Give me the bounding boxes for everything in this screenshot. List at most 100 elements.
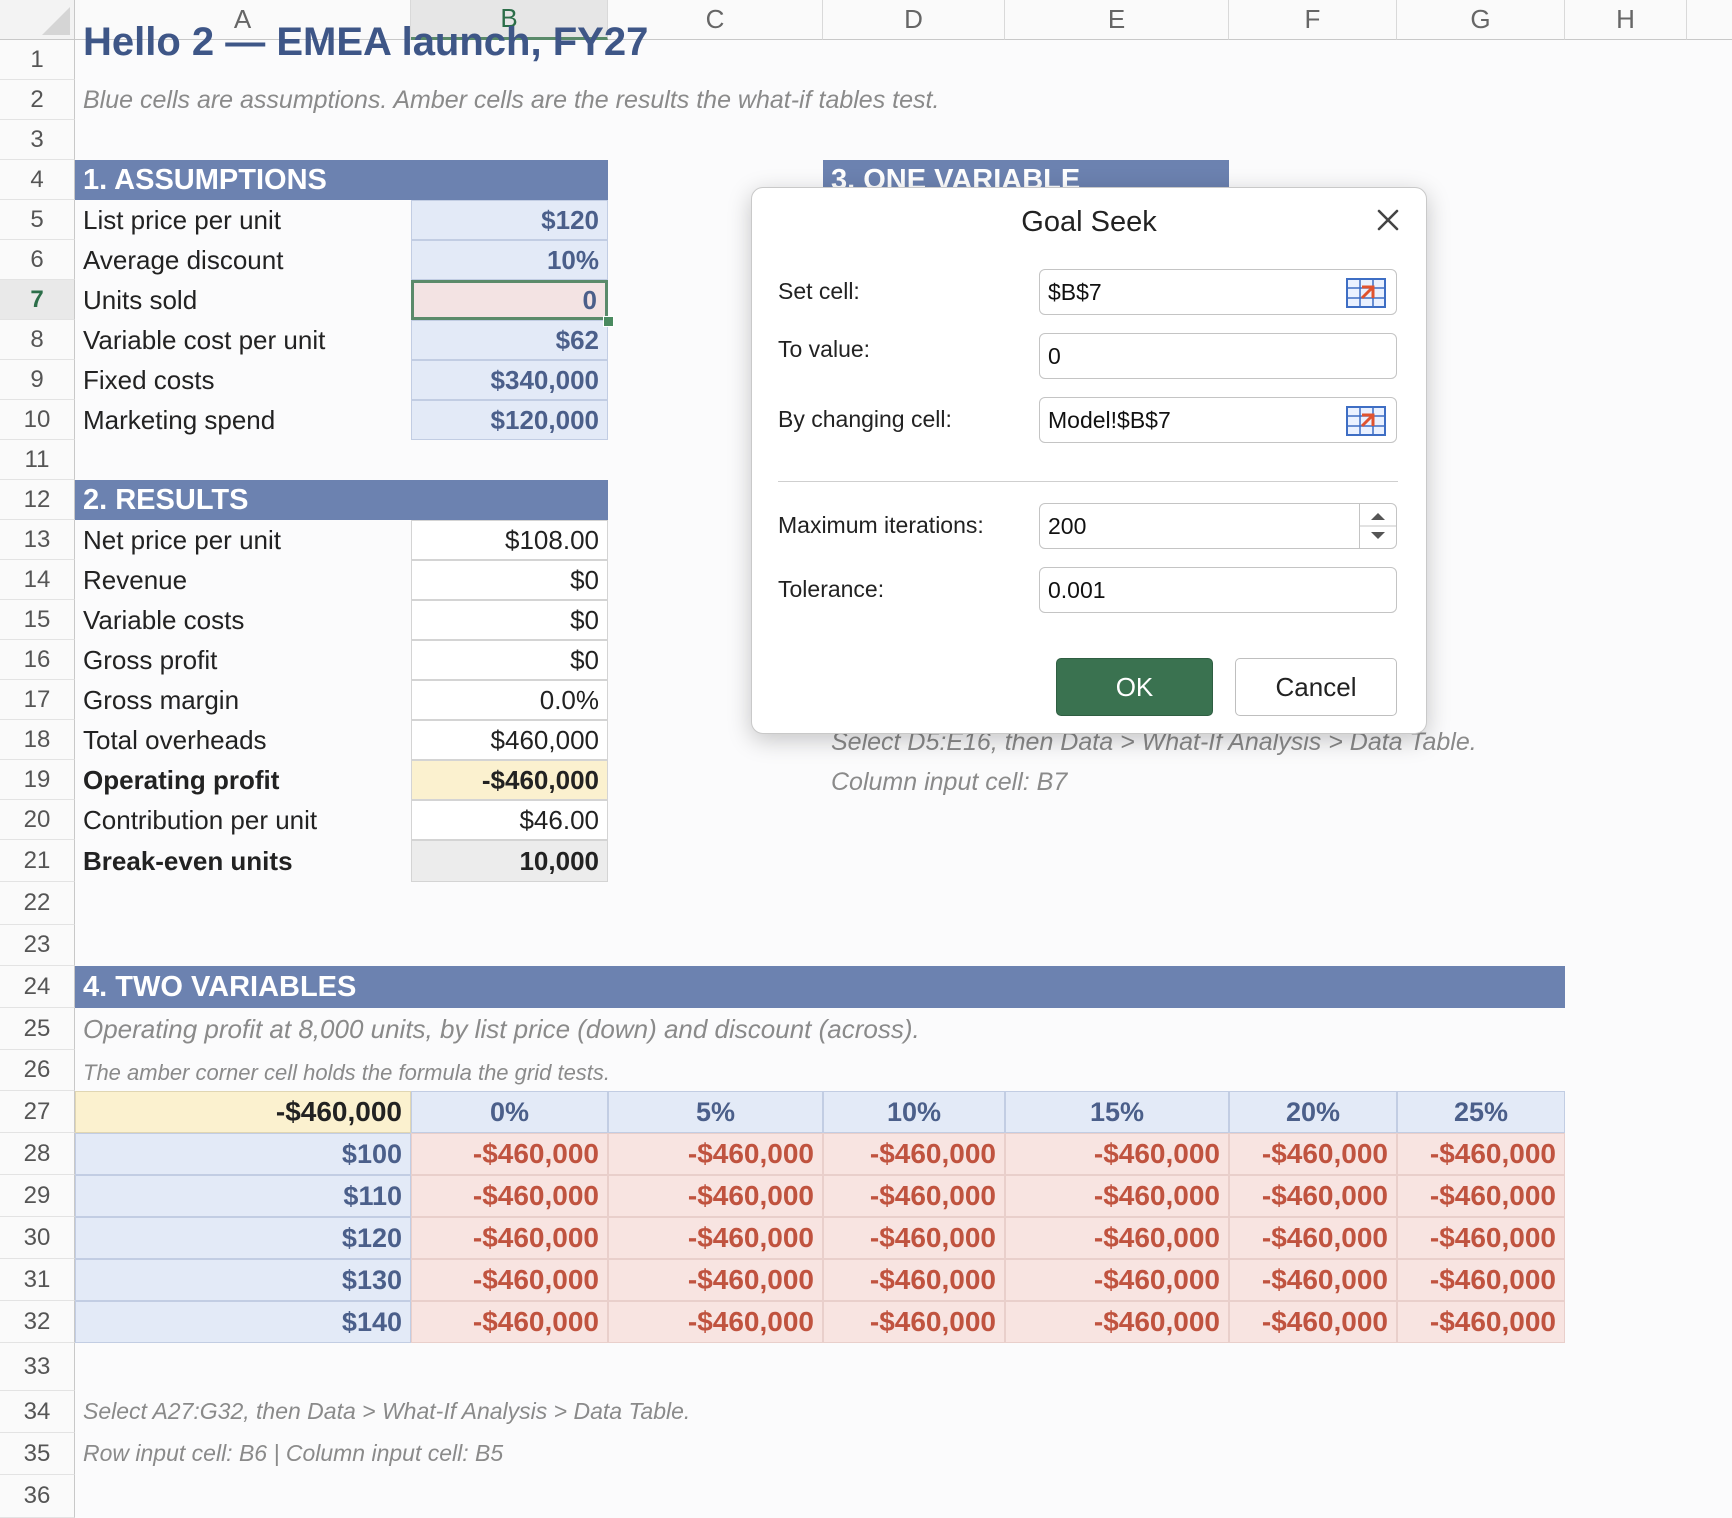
row-header-34[interactable]: 34 (0, 1391, 75, 1433)
row-header-25[interactable]: 25 (0, 1008, 75, 1050)
grid-cell[interactable]: -$460,000 (608, 1301, 823, 1343)
row-header-18[interactable]: 18 (0, 720, 75, 760)
row-header-9[interactable]: 9 (0, 360, 75, 400)
grid-cell[interactable]: -$460,000 (1397, 1301, 1565, 1343)
grid-cell[interactable]: -$460,000 (1229, 1217, 1397, 1259)
grid-cell[interactable]: -$460,000 (1229, 1259, 1397, 1301)
grid-cell[interactable]: -$460,000 (608, 1259, 823, 1301)
grid-price-header[interactable]: $120 (75, 1217, 411, 1259)
changing-cell-field[interactable]: Model!$B$7 (1039, 397, 1397, 443)
assumption-value-input[interactable]: $62 (411, 320, 608, 360)
assumption-value-input[interactable]: 0 (411, 280, 608, 320)
result-value[interactable]: $46.00 (411, 800, 608, 840)
grid-cell[interactable]: -$460,000 (411, 1259, 608, 1301)
assumption-value-input[interactable]: 10% (411, 240, 608, 280)
row-header-26[interactable]: 26 (0, 1050, 75, 1091)
column-header-h[interactable]: H (1565, 0, 1687, 40)
row-header-31[interactable]: 31 (0, 1259, 75, 1301)
grid-discount-header[interactable]: 20% (1229, 1091, 1397, 1133)
grid-discount-header[interactable]: 15% (1005, 1091, 1229, 1133)
grid-cell[interactable]: -$460,000 (411, 1217, 608, 1259)
grid-discount-header[interactable]: 5% (608, 1091, 823, 1133)
result-value[interactable]: $0 (411, 600, 608, 640)
row-header-29[interactable]: 29 (0, 1175, 75, 1217)
result-value[interactable]: $0 (411, 560, 608, 600)
grid-discount-header[interactable]: 0% (411, 1091, 608, 1133)
row-header-3[interactable]: 3 (0, 120, 75, 160)
grid-cell[interactable]: -$460,000 (823, 1217, 1005, 1259)
assumption-value-input[interactable]: $340,000 (411, 360, 608, 400)
column-header-e[interactable]: E (1005, 0, 1229, 40)
result-value[interactable]: $460,000 (411, 720, 608, 760)
grid-cell[interactable]: -$460,000 (823, 1259, 1005, 1301)
grid-cell[interactable]: -$460,000 (1397, 1217, 1565, 1259)
iterations-stepper[interactable] (1359, 504, 1396, 548)
tolerance-field[interactable]: 0.001 (1039, 567, 1397, 613)
grid-cell[interactable]: -$460,000 (411, 1175, 608, 1217)
grid-price-header[interactable]: $110 (75, 1175, 411, 1217)
grid-cell[interactable]: -$460,000 (1229, 1301, 1397, 1343)
grid-cell[interactable]: -$460,000 (608, 1133, 823, 1175)
ok-button[interactable]: OK (1056, 658, 1213, 716)
column-header-g[interactable]: G (1397, 0, 1565, 40)
grid-price-header[interactable]: $100 (75, 1133, 411, 1175)
grid-cell[interactable]: -$460,000 (1005, 1133, 1229, 1175)
range-select-icon[interactable] (1346, 278, 1386, 308)
column-header-d[interactable]: D (823, 0, 1005, 40)
grid-cell[interactable]: -$460,000 (823, 1175, 1005, 1217)
grid-cell[interactable]: -$460,000 (1397, 1175, 1565, 1217)
row-header-16[interactable]: 16 (0, 640, 75, 680)
row-header-17[interactable]: 17 (0, 680, 75, 720)
grid-discount-header[interactable]: 25% (1397, 1091, 1565, 1133)
assumption-value-input[interactable]: $120 (411, 200, 608, 240)
result-value[interactable]: 10,000 (411, 840, 608, 882)
result-value[interactable]: -$460,000 (411, 760, 608, 800)
close-icon[interactable] (1370, 202, 1406, 238)
grid-cell[interactable]: -$460,000 (823, 1301, 1005, 1343)
grid-cell[interactable]: -$460,000 (1005, 1259, 1229, 1301)
select-all-corner[interactable] (0, 0, 75, 40)
row-header-33[interactable]: 33 (0, 1343, 75, 1391)
grid-cell[interactable]: -$460,000 (1005, 1217, 1229, 1259)
row-header-5[interactable]: 5 (0, 200, 75, 240)
result-value[interactable]: $0 (411, 640, 608, 680)
result-value[interactable]: 0.0% (411, 680, 608, 720)
grid-corner-formula[interactable]: -$460,000 (75, 1091, 411, 1133)
grid-discount-header[interactable]: 10% (823, 1091, 1005, 1133)
grid-cell[interactable]: -$460,000 (823, 1133, 1005, 1175)
row-header-27[interactable]: 27 (0, 1091, 75, 1133)
row-header-21[interactable]: 21 (0, 840, 75, 882)
row-header-10[interactable]: 10 (0, 400, 75, 440)
row-header-15[interactable]: 15 (0, 600, 75, 640)
row-header-7[interactable]: 7 (0, 280, 75, 320)
cancel-button[interactable]: Cancel (1235, 658, 1397, 716)
grid-cell[interactable]: -$460,000 (1229, 1175, 1397, 1217)
grid-cell[interactable]: -$460,000 (1397, 1259, 1565, 1301)
grid-cell[interactable]: -$460,000 (1005, 1175, 1229, 1217)
to-value-field[interactable]: 0 (1039, 333, 1397, 379)
row-header-23[interactable]: 23 (0, 925, 75, 966)
row-header-24[interactable]: 24 (0, 966, 75, 1008)
fill-handle[interactable] (603, 316, 614, 327)
grid-cell[interactable]: -$460,000 (411, 1133, 608, 1175)
result-value[interactable]: $108.00 (411, 520, 608, 560)
row-header-36[interactable]: 36 (0, 1475, 75, 1518)
row-header-35[interactable]: 35 (0, 1433, 75, 1475)
row-header-14[interactable]: 14 (0, 560, 75, 600)
assumption-value-input[interactable]: $120,000 (411, 400, 608, 440)
grid-cell[interactable]: -$460,000 (411, 1301, 608, 1343)
row-header-2[interactable]: 2 (0, 80, 75, 120)
row-header-12[interactable]: 12 (0, 480, 75, 520)
grid-price-header[interactable]: $130 (75, 1259, 411, 1301)
row-header-28[interactable]: 28 (0, 1133, 75, 1175)
row-header-13[interactable]: 13 (0, 520, 75, 560)
row-header-6[interactable]: 6 (0, 240, 75, 280)
row-header-32[interactable]: 32 (0, 1301, 75, 1343)
grid-cell[interactable]: -$460,000 (1229, 1133, 1397, 1175)
max-iterations-field[interactable]: 200 (1039, 503, 1397, 549)
column-header-f[interactable]: F (1229, 0, 1397, 40)
grid-cell[interactable]: -$460,000 (608, 1217, 823, 1259)
row-header-19[interactable]: 19 (0, 760, 75, 800)
grid-cell[interactable]: -$460,000 (608, 1175, 823, 1217)
row-header-1[interactable]: 1 (0, 40, 75, 80)
